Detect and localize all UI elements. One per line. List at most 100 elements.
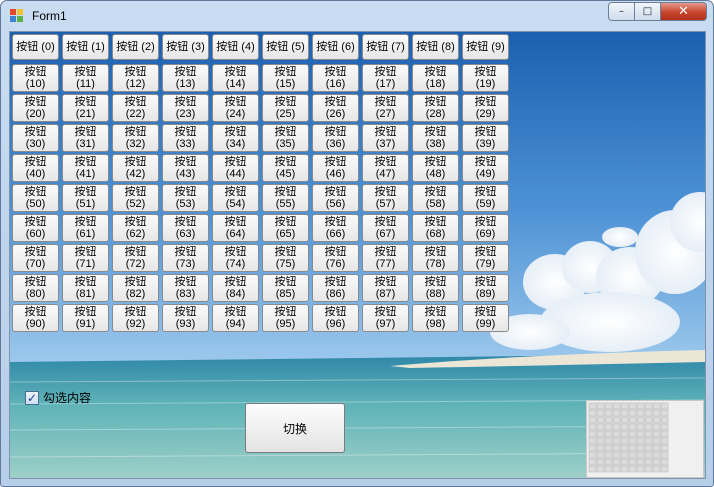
grid-button[interactable]: 按钮 (67) bbox=[362, 214, 409, 242]
grid-button[interactable]: 按钮 (27) bbox=[362, 94, 409, 122]
grid-button[interactable]: 按钮 (26) bbox=[312, 94, 359, 122]
grid-button[interactable]: 按钮 (95) bbox=[262, 304, 309, 332]
grid-button[interactable]: 按钮 (2) bbox=[112, 34, 159, 60]
grid-button[interactable]: 按钮 (9) bbox=[462, 34, 509, 60]
grid-button[interactable]: 按钮 (18) bbox=[412, 64, 459, 92]
grid-button[interactable]: 按钮 (61) bbox=[62, 214, 109, 242]
grid-button[interactable]: 按钮 (87) bbox=[362, 274, 409, 302]
grid-button[interactable]: 按钮 (23) bbox=[162, 94, 209, 122]
grid-button[interactable]: 按钮 (69) bbox=[462, 214, 509, 242]
grid-button[interactable]: 按钮 (58) bbox=[412, 184, 459, 212]
grid-button[interactable]: 按钮 (3) bbox=[162, 34, 209, 60]
title-bar[interactable]: Form1 – □ ✕ bbox=[1, 1, 713, 31]
grid-button[interactable]: 按钮 (92) bbox=[112, 304, 159, 332]
grid-button[interactable]: 按钮 (52) bbox=[112, 184, 159, 212]
grid-button[interactable]: 按钮 (62) bbox=[112, 214, 159, 242]
grid-button[interactable]: 按钮 (97) bbox=[362, 304, 409, 332]
switch-button[interactable]: 切换 bbox=[245, 403, 345, 453]
grid-button[interactable]: 按钮 (51) bbox=[62, 184, 109, 212]
grid-button[interactable]: 按钮 (43) bbox=[162, 154, 209, 182]
grid-button[interactable]: 按钮 (14) bbox=[212, 64, 259, 92]
grid-button[interactable]: 按钮 (46) bbox=[312, 154, 359, 182]
grid-button[interactable]: 按钮 (40) bbox=[12, 154, 59, 182]
grid-button[interactable]: 按钮 (38) bbox=[412, 124, 459, 152]
grid-button[interactable]: 按钮 (11) bbox=[62, 64, 109, 92]
grid-button[interactable]: 按钮 (88) bbox=[412, 274, 459, 302]
grid-button[interactable]: 按钮 (34) bbox=[212, 124, 259, 152]
grid-button[interactable]: 按钮 (73) bbox=[162, 244, 209, 272]
grid-button[interactable]: 按钮 (31) bbox=[62, 124, 109, 152]
grid-button[interactable]: 按钮 (17) bbox=[362, 64, 409, 92]
grid-button[interactable]: 按钮 (37) bbox=[362, 124, 409, 152]
maximize-button[interactable]: □ bbox=[635, 2, 661, 21]
grid-button[interactable]: 按钮 (72) bbox=[112, 244, 159, 272]
minimize-button[interactable]: – bbox=[608, 2, 635, 21]
grid-button[interactable]: 按钮 (24) bbox=[212, 94, 259, 122]
grid-button[interactable]: 按钮 (39) bbox=[462, 124, 509, 152]
grid-button[interactable]: 按钮 (55) bbox=[262, 184, 309, 212]
grid-button[interactable]: 按钮 (30) bbox=[12, 124, 59, 152]
grid-button[interactable]: 按钮 (6) bbox=[312, 34, 359, 60]
grid-button[interactable]: 按钮 (20) bbox=[12, 94, 59, 122]
grid-button[interactable]: 按钮 (5) bbox=[262, 34, 309, 60]
grid-button[interactable]: 按钮 (19) bbox=[462, 64, 509, 92]
grid-button[interactable]: 按钮 (16) bbox=[312, 64, 359, 92]
grid-button[interactable]: 按钮 (13) bbox=[162, 64, 209, 92]
grid-button[interactable]: 按钮 (96) bbox=[312, 304, 359, 332]
grid-button[interactable]: 按钮 (83) bbox=[162, 274, 209, 302]
grid-button[interactable]: 按钮 (85) bbox=[262, 274, 309, 302]
grid-button[interactable]: 按钮 (36) bbox=[312, 124, 359, 152]
grid-button[interactable]: 按钮 (8) bbox=[412, 34, 459, 60]
grid-button[interactable]: 按钮 (80) bbox=[12, 274, 59, 302]
grid-button[interactable]: 按钮 (4) bbox=[212, 34, 259, 60]
grid-button[interactable]: 按钮 (49) bbox=[462, 154, 509, 182]
grid-button[interactable]: 按钮 (74) bbox=[212, 244, 259, 272]
checkbox-option[interactable]: ✓ 勾选内容 bbox=[25, 389, 91, 406]
grid-button[interactable]: 按钮 (54) bbox=[212, 184, 259, 212]
grid-button[interactable]: 按钮 (32) bbox=[112, 124, 159, 152]
grid-button[interactable]: 按钮 (47) bbox=[362, 154, 409, 182]
grid-button[interactable]: 按钮 (66) bbox=[312, 214, 359, 242]
checkbox-checked-icon[interactable]: ✓ bbox=[25, 390, 39, 405]
grid-button[interactable]: 按钮 (90) bbox=[12, 304, 59, 332]
grid-button[interactable]: 按钮 (22) bbox=[112, 94, 159, 122]
grid-button[interactable]: 按钮 (70) bbox=[12, 244, 59, 272]
grid-button[interactable]: 按钮 (21) bbox=[62, 94, 109, 122]
grid-button[interactable]: 按钮 (71) bbox=[62, 244, 109, 272]
grid-button[interactable]: 按钮 (63) bbox=[162, 214, 209, 242]
grid-button[interactable]: 按钮 (28) bbox=[412, 94, 459, 122]
grid-button[interactable]: 按钮 (76) bbox=[312, 244, 359, 272]
grid-button[interactable]: 按钮 (94) bbox=[212, 304, 259, 332]
grid-button[interactable]: 按钮 (93) bbox=[162, 304, 209, 332]
grid-button[interactable]: 按钮 (48) bbox=[412, 154, 459, 182]
grid-button[interactable]: 按钮 (60) bbox=[12, 214, 59, 242]
grid-button[interactable]: 按钮 (7) bbox=[362, 34, 409, 60]
grid-button[interactable]: 按钮 (89) bbox=[462, 274, 509, 302]
grid-button[interactable]: 按钮 (75) bbox=[262, 244, 309, 272]
grid-button[interactable]: 按钮 (10) bbox=[12, 64, 59, 92]
grid-button[interactable]: 按钮 (65) bbox=[262, 214, 309, 242]
grid-button[interactable]: 按钮 (50) bbox=[12, 184, 59, 212]
grid-button[interactable]: 按钮 (33) bbox=[162, 124, 209, 152]
grid-button[interactable]: 按钮 (25) bbox=[262, 94, 309, 122]
grid-button[interactable]: 按钮 (1) bbox=[62, 34, 109, 60]
grid-button[interactable]: 按钮 (99) bbox=[462, 304, 509, 332]
grid-button[interactable]: 按钮 (12) bbox=[112, 64, 159, 92]
grid-button[interactable]: 按钮 (15) bbox=[262, 64, 309, 92]
grid-button[interactable]: 按钮 (68) bbox=[412, 214, 459, 242]
grid-button[interactable]: 按钮 (44) bbox=[212, 154, 259, 182]
close-button[interactable]: ✕ bbox=[661, 2, 707, 21]
grid-button[interactable]: 按钮 (56) bbox=[312, 184, 359, 212]
grid-button[interactable]: 按钮 (29) bbox=[462, 94, 509, 122]
grid-button[interactable]: 按钮 (81) bbox=[62, 274, 109, 302]
grid-button[interactable]: 按钮 (53) bbox=[162, 184, 209, 212]
grid-button[interactable]: 按钮 (45) bbox=[262, 154, 309, 182]
grid-button[interactable]: 按钮 (0) bbox=[12, 34, 59, 60]
grid-button[interactable]: 按钮 (77) bbox=[362, 244, 409, 272]
grid-button[interactable]: 按钮 (59) bbox=[462, 184, 509, 212]
grid-button[interactable]: 按钮 (84) bbox=[212, 274, 259, 302]
grid-button[interactable]: 按钮 (79) bbox=[462, 244, 509, 272]
grid-button[interactable]: 按钮 (86) bbox=[312, 274, 359, 302]
app-icon[interactable] bbox=[10, 9, 24, 23]
grid-button[interactable]: 按钮 (41) bbox=[62, 154, 109, 182]
